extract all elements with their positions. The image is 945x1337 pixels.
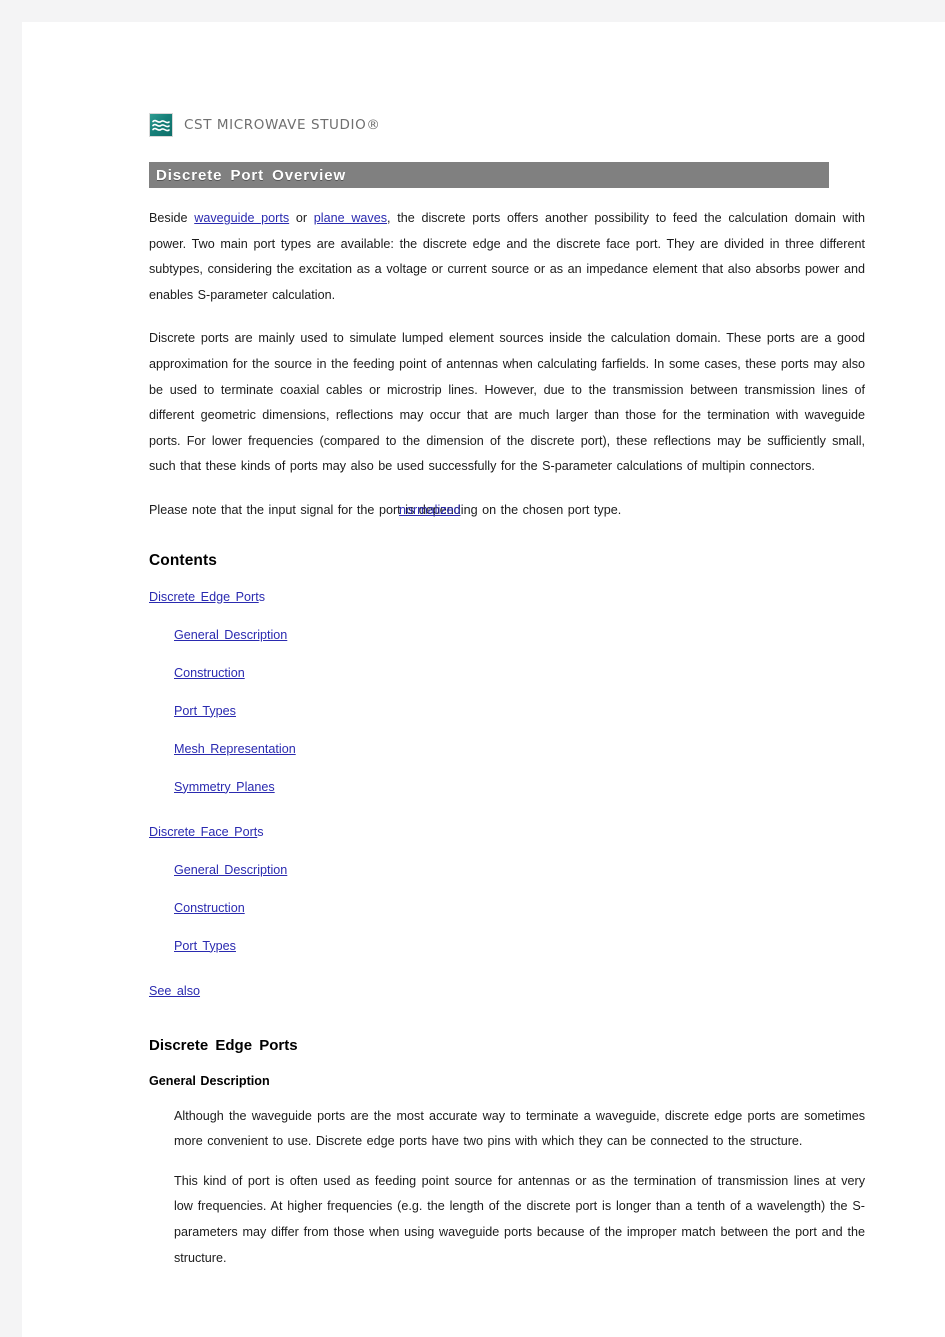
toc-item-edge-general-description[interactable]: General Description xyxy=(174,626,865,645)
cst-wave-logo-icon xyxy=(149,113,173,137)
toc-item-face-general-description[interactable]: General Description xyxy=(174,861,865,880)
intro-paragraph-1: Beside waveguide ports or plane waves, t… xyxy=(149,206,865,308)
toc-spacer-2 xyxy=(149,975,865,982)
edge-ports-paragraph-1: Although the waveguide ports are the mos… xyxy=(174,1108,865,1149)
toc-link-edge-mesh-representation[interactable]: Mesh Representation xyxy=(174,742,296,756)
toc-link-edge-symmetry-planes[interactable]: Symmetry Planes xyxy=(174,780,275,794)
toc-item-edge-port-types[interactable]: Port Types xyxy=(174,702,865,721)
toc-link-discrete-face-ports[interactable]: Discrete Face Port xyxy=(149,825,257,839)
page-title-bar: Discrete Port Overview xyxy=(149,162,829,188)
toc-link-face-port-types[interactable]: Port Types xyxy=(174,939,236,953)
toc-item-edge-construction[interactable]: Construction xyxy=(174,664,865,683)
link-normalized[interactable]: normalized xyxy=(399,498,461,524)
subsection-heading-general-description: General Description xyxy=(149,1073,270,1088)
toc-item-edge-symmetry-planes[interactable]: Symmetry Planes xyxy=(174,778,865,797)
document-content: CST MICROWAVE STUDIO® Discrete Port Over… xyxy=(149,110,865,1285)
toc-link-face-construction[interactable]: Construction xyxy=(174,901,245,915)
toc-link-edge-general-description[interactable]: General Description xyxy=(174,628,287,642)
overlapping-text-artifact: port is normalized xyxy=(379,498,461,524)
toc-item-face-construction[interactable]: Construction xyxy=(174,899,865,918)
toc-link-edge-port-types[interactable]: Port Types xyxy=(174,704,236,718)
toc-link-see-also[interactable]: See also xyxy=(149,984,200,998)
link-waveguide-ports[interactable]: waveguide ports xyxy=(194,211,289,225)
page-title: Discrete Port Overview xyxy=(156,166,347,184)
brand-header: CST MICROWAVE STUDIO® xyxy=(149,110,865,140)
toc-link-face-general-description[interactable]: General Description xyxy=(174,863,287,877)
toc-item-face-port-types[interactable]: Port Types xyxy=(174,937,865,956)
intro-paragraph-3: Please note that the input signal for th… xyxy=(149,498,865,524)
intro-p1-text-a: Beside xyxy=(149,211,195,225)
toc-link-discrete-edge-ports[interactable]: Discrete Edge Port xyxy=(149,590,259,604)
toc-item-discrete-face-ports[interactable]: Discrete Face Ports xyxy=(149,823,865,842)
toc-link-discrete-edge-ports-tail: s xyxy=(258,589,265,604)
toc-item-edge-mesh-representation[interactable]: Mesh Representation xyxy=(174,740,865,759)
intro-p3-text-a: Please note that the input signal for th… xyxy=(149,502,379,517)
brand-wordmark: CST MICROWAVE STUDIO® xyxy=(184,117,381,133)
general-description-body: Although the waveguide ports are the mos… xyxy=(174,1104,865,1272)
contents-heading: Contents xyxy=(149,551,217,569)
intro-paragraph-2: Discrete ports are mainly used to simula… xyxy=(149,331,865,474)
section-heading-discrete-edge-ports: Discrete Edge Ports xyxy=(149,1036,298,1054)
link-plane-waves[interactable]: plane waves xyxy=(314,211,387,225)
toc-spacer xyxy=(149,816,865,823)
toc-link-discrete-face-ports-tail: s xyxy=(257,824,264,839)
document-page: CST MICROWAVE STUDIO® Discrete Port Over… xyxy=(22,22,945,1337)
intro-p1-text-b: or xyxy=(289,211,314,225)
edge-ports-paragraph-2: This kind of port is often used as feedi… xyxy=(174,1173,865,1265)
toc-link-edge-construction[interactable]: Construction xyxy=(174,666,245,680)
toc-item-discrete-edge-ports[interactable]: Discrete Edge Ports xyxy=(149,588,865,607)
toc-item-see-also[interactable]: See also xyxy=(149,982,865,1001)
